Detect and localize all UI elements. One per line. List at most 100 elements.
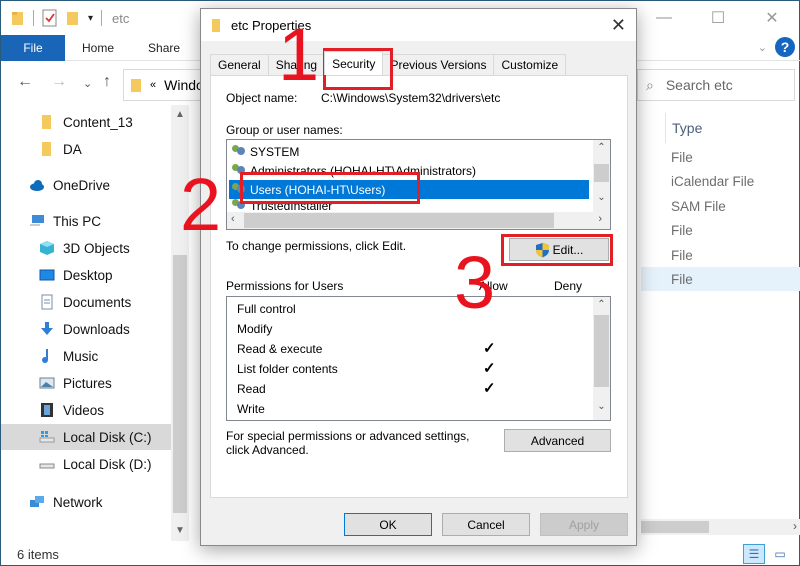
- user-list-item[interactable]: SYSTEM: [229, 142, 589, 161]
- user-list-item[interactable]: TrustedInstaller: [229, 199, 589, 211]
- cube-icon: [40, 241, 54, 255]
- help-icon[interactable]: ?: [775, 37, 795, 57]
- nav-item-pictures[interactable]: Pictures: [1, 370, 171, 396]
- nav-item-label: Content_13: [63, 114, 133, 130]
- scrollbar-thumb[interactable]: [641, 521, 709, 533]
- nav-item-videos[interactable]: Videos: [1, 397, 171, 423]
- nav-item-label: Documents: [63, 294, 132, 310]
- nav-item-label: Local Disk (C:): [63, 429, 152, 445]
- user-list-item[interactable]: Administrators (HOHAI-HT\Administrators): [229, 161, 589, 180]
- nav-item-local-disk-d[interactable]: Local Disk (D:): [1, 451, 171, 477]
- window-controls: — ☐ ✕: [637, 1, 799, 35]
- file-row[interactable]: File: [641, 145, 800, 169]
- search-box[interactable]: ⌕ Search etc: [637, 69, 795, 101]
- cancel-button[interactable]: Cancel: [442, 513, 530, 536]
- permission-name: Read: [237, 382, 266, 396]
- advanced-hint-line2: click Advanced.: [226, 443, 309, 457]
- permission-row: List folder contents ✓: [237, 359, 597, 379]
- nav-item-local-disk-c[interactable]: Local Disk (C:): [1, 424, 171, 450]
- permission-row: Modify: [237, 319, 597, 339]
- allow-checkmark-icon: ✓: [483, 380, 496, 397]
- nav-item-this-pc[interactable]: This PC: [1, 208, 171, 234]
- file-row[interactable]: File: [641, 218, 800, 242]
- nav-item-music[interactable]: Music: [1, 343, 171, 369]
- permission-row: Write: [237, 399, 597, 419]
- user-list-vertical-scrollbar[interactable]: ⌃ ⌄: [593, 140, 610, 212]
- scroll-right-icon[interactable]: ›: [793, 519, 797, 533]
- forward-arrow-icon[interactable]: →: [51, 73, 67, 91]
- tab-security[interactable]: Security: [324, 51, 384, 75]
- nav-item-label: Pictures: [63, 375, 112, 391]
- advanced-hint-line1: For special permissions or advanced sett…: [226, 429, 470, 443]
- scroll-down-icon[interactable]: ⌄: [593, 192, 610, 203]
- nav-item-3d-objects[interactable]: 3D Objects: [1, 235, 171, 261]
- window-title: etc: [112, 10, 130, 26]
- large-icons-view-icon[interactable]: ▭: [769, 544, 791, 564]
- scroll-up-icon[interactable]: ⌃: [593, 299, 610, 310]
- apply-button[interactable]: Apply: [540, 513, 628, 536]
- folder-icon: [42, 115, 51, 129]
- scroll-right-icon[interactable]: ›: [598, 213, 602, 225]
- tab-home[interactable]: Home: [65, 35, 131, 61]
- column-header-type[interactable]: Type: [665, 113, 702, 143]
- file-row-selected[interactable]: File: [641, 267, 800, 291]
- recent-locations-chevron-icon[interactable]: ⌄: [83, 77, 92, 90]
- customize-toolbar-dropdown-icon[interactable]: ▾: [88, 13, 93, 24]
- scrollbar-thumb[interactable]: [173, 255, 187, 513]
- allow-checkmark-icon: ✓: [483, 360, 496, 377]
- file-row[interactable]: SAM File: [641, 194, 800, 218]
- tab-file[interactable]: File: [1, 35, 65, 61]
- nav-item-network[interactable]: Network: [1, 489, 171, 515]
- group-user-names-label: Group or user names:: [226, 123, 343, 137]
- nav-item-label: DA: [63, 141, 82, 157]
- minimize-button[interactable]: —: [637, 1, 691, 35]
- nav-item-documents[interactable]: Documents: [1, 289, 171, 315]
- tab-general[interactable]: General: [210, 54, 269, 75]
- ok-button[interactable]: OK: [344, 513, 432, 536]
- scroll-up-icon[interactable]: ⌃: [593, 142, 610, 153]
- permission-name: Read & execute: [237, 342, 323, 356]
- tab-share[interactable]: Share: [131, 35, 197, 61]
- nav-item-label: Local Disk (D:): [63, 456, 152, 472]
- maximize-button[interactable]: ☐: [691, 1, 745, 35]
- tab-previous-versions[interactable]: Previous Versions: [382, 54, 495, 75]
- scrollbar-thumb[interactable]: [244, 213, 554, 228]
- search-input[interactable]: Search etc: [666, 77, 733, 93]
- file-row[interactable]: iCalendar File: [641, 169, 800, 193]
- scrollbar-thumb[interactable]: [594, 164, 609, 182]
- user-list-horizontal-scrollbar[interactable]: ‹ ›: [227, 212, 610, 229]
- close-button[interactable]: ✕: [745, 1, 799, 35]
- nav-item-da[interactable]: DA: [1, 136, 171, 162]
- dialog-close-button[interactable]: ✕: [611, 15, 626, 36]
- scroll-up-icon[interactable]: ▲: [171, 109, 189, 120]
- cloud-icon: [30, 180, 44, 191]
- nav-item-label: Desktop: [63, 267, 113, 283]
- user-list-item-selected[interactable]: Users (HOHAI-HT\Users): [229, 180, 589, 199]
- desktop-icon: [39, 269, 55, 281]
- up-arrow-icon[interactable]: ↑: [103, 73, 111, 91]
- scroll-down-icon[interactable]: ▼: [171, 525, 189, 536]
- file-row[interactable]: File: [641, 243, 800, 267]
- nav-item-downloads[interactable]: Downloads: [1, 316, 171, 342]
- edit-button[interactable]: Edit...: [509, 238, 609, 261]
- expand-ribbon-chevron-icon[interactable]: ⌄: [758, 41, 767, 54]
- tab-customize[interactable]: Customize: [493, 54, 567, 75]
- scrollbar-thumb[interactable]: [594, 315, 609, 387]
- breadcrumb-text[interactable]: Windo: [164, 77, 204, 93]
- nav-item-onedrive[interactable]: OneDrive: [1, 172, 171, 198]
- nav-item-desktop[interactable]: Desktop: [1, 262, 171, 288]
- permissions-vertical-scrollbar[interactable]: ⌃ ⌄: [593, 297, 610, 420]
- film-icon: [41, 403, 53, 417]
- scroll-down-icon[interactable]: ⌄: [593, 401, 610, 412]
- annotation-step-2: 2: [180, 163, 222, 246]
- file-list-horizontal-scrollbar[interactable]: ›: [641, 519, 800, 535]
- nav-item-content-13[interactable]: Content_13: [1, 109, 171, 135]
- details-view-icon[interactable]: ☰: [743, 544, 765, 564]
- properties-checkmark-icon[interactable]: [42, 9, 58, 27]
- back-arrow-icon[interactable]: ←: [17, 73, 33, 91]
- new-folder-icon[interactable]: [66, 10, 80, 26]
- breadcrumb-overflow[interactable]: «: [150, 79, 156, 91]
- scroll-left-icon[interactable]: ‹: [231, 213, 235, 225]
- advanced-button[interactable]: Advanced: [504, 429, 611, 452]
- annotation-step-3: 3: [454, 241, 496, 324]
